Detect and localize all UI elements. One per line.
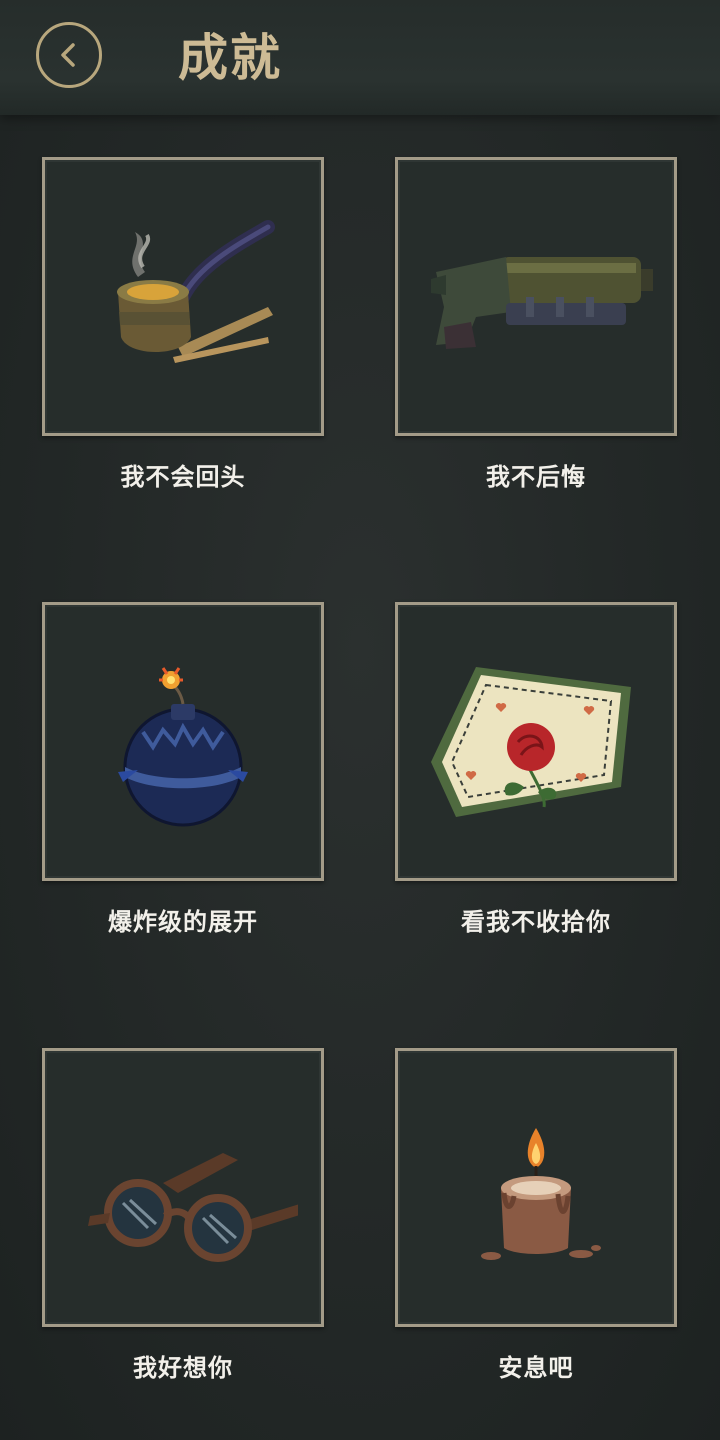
candle-icon — [481, 1127, 601, 1260]
achievement-card-gun[interactable] — [395, 157, 677, 436]
achievement-card-glasses[interactable] — [42, 1048, 324, 1327]
achievement-label: 安息吧 — [498, 1354, 574, 1382]
achievement-card-candle[interactable] — [395, 1048, 677, 1327]
gun-icon — [431, 256, 653, 349]
achievement-card-handkerchief[interactable] — [395, 602, 677, 881]
page-title: 成就 — [178, 29, 282, 87]
bomb-icon — [118, 666, 248, 826]
achievement-label: 看我不收拾你 — [461, 908, 611, 936]
back-button[interactable] — [36, 22, 102, 88]
pipe-icon — [117, 219, 275, 363]
achievement-card-pipe[interactable] — [42, 157, 324, 436]
achievement-label: 爆炸级的展开 — [108, 908, 258, 936]
achievement-label: 我不会回头 — [120, 463, 246, 491]
achievement-label: 我好想你 — [133, 1354, 233, 1382]
achievement-label: 我不后悔 — [486, 463, 586, 491]
header-bar: 成就 — [0, 0, 720, 115]
glasses-icon — [88, 1152, 298, 1262]
chevron-left-icon — [61, 43, 75, 67]
achievement-card-bomb[interactable] — [42, 602, 324, 881]
rose-handkerchief-icon — [431, 666, 631, 817]
